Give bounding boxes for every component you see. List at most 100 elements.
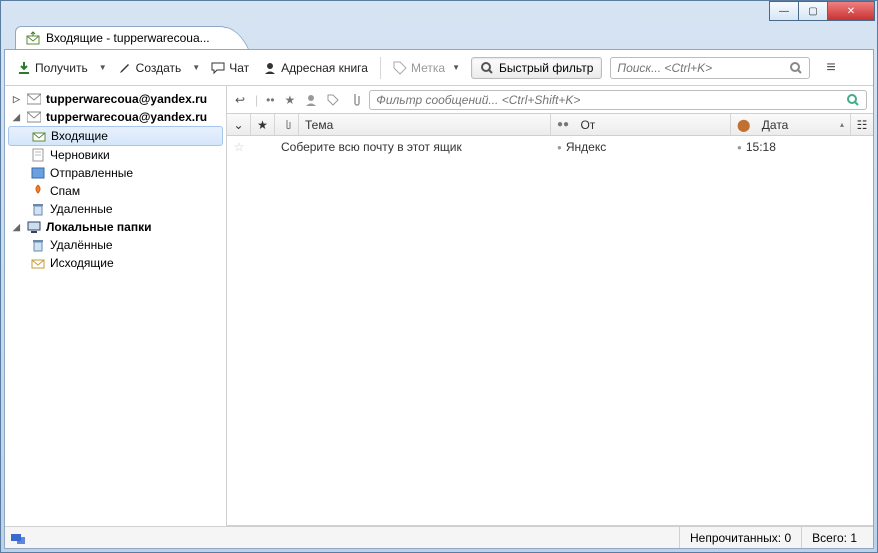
- folder-inbox[interactable]: Входящие: [8, 126, 223, 146]
- account-row[interactable]: ◢ tupperwarecoua@yandex.ru: [5, 108, 226, 126]
- message-list[interactable]: ☆ Соберите всю почту в этот ящик ●Яндекс…: [227, 136, 873, 526]
- status-bar: Непрочитанных: 0 Всего: 1: [5, 526, 873, 548]
- column-picker[interactable]: ☷: [851, 114, 873, 135]
- col-thread[interactable]: ⌄: [227, 114, 251, 135]
- search-input[interactable]: [617, 61, 783, 75]
- tag-button[interactable]: Метка ▼: [387, 57, 469, 79]
- folder-label: Удалённые: [50, 238, 113, 252]
- activity-icon[interactable]: [11, 531, 25, 545]
- folder-label: Черновики: [50, 148, 110, 162]
- trash-icon: [31, 202, 45, 216]
- tag-label: Метка: [411, 61, 445, 75]
- trash-icon: [31, 238, 45, 252]
- search-icon[interactable]: [846, 93, 860, 107]
- star-toggle[interactable]: ☆: [227, 140, 251, 154]
- attachment-filter-icon[interactable]: [349, 93, 361, 107]
- tab-strip: Входящие - tupperwarecoua...: [1, 23, 877, 49]
- back-arrow-icon[interactable]: ↩: [233, 93, 247, 107]
- pencil-icon: [118, 61, 132, 75]
- window-controls: — ▢ ✕: [1, 1, 877, 23]
- get-mail-button[interactable]: Получить: [11, 57, 94, 79]
- computer-icon: [27, 220, 41, 234]
- global-search[interactable]: [610, 57, 810, 79]
- address-book-button[interactable]: Адресная книга: [257, 57, 374, 79]
- folder-label: Спам: [50, 184, 80, 198]
- get-mail-dropdown[interactable]: ▼: [96, 63, 110, 72]
- folder-label: Исходящие: [50, 256, 114, 270]
- col-attachment[interactable]: [275, 114, 299, 135]
- col-date[interactable]: ⬤ Дата▴: [731, 114, 851, 135]
- search-go-icon[interactable]: [789, 61, 803, 75]
- minimize-button[interactable]: —: [769, 1, 799, 21]
- close-button[interactable]: ✕: [827, 1, 875, 21]
- download-icon: [17, 61, 31, 75]
- col-from[interactable]: ●● От: [551, 114, 731, 135]
- twisty-icon[interactable]: ◢: [13, 112, 22, 123]
- folder-spam[interactable]: Спам: [5, 182, 226, 200]
- drafts-icon: [31, 148, 45, 162]
- maximize-button[interactable]: ▢: [798, 1, 828, 21]
- message-row[interactable]: ☆ Соберите всю почту в этот ящик ●Яндекс…: [227, 136, 873, 158]
- chat-icon: [211, 61, 225, 75]
- row-from: ●Яндекс: [551, 140, 731, 154]
- mail-account-icon: [27, 110, 41, 124]
- local-folders-label: Локальные папки: [46, 220, 152, 234]
- unread-filter-icon[interactable]: ••: [266, 93, 274, 107]
- chat-label: Чат: [229, 61, 249, 75]
- quick-filter-button[interactable]: Быстрый фильтр: [471, 57, 602, 79]
- get-mail-label: Получить: [35, 61, 88, 75]
- quick-filter-bar: ↩ | •• ★: [227, 86, 873, 114]
- col-subject[interactable]: Тема: [299, 114, 551, 135]
- unread-count: Непрочитанных: 0: [679, 527, 801, 548]
- folder-label: Отправленные: [50, 166, 133, 180]
- flame-icon: [31, 184, 45, 198]
- mail-account-icon: [27, 92, 41, 106]
- compose-dropdown[interactable]: ▼: [189, 63, 203, 72]
- folder-label: Удаленные: [50, 202, 113, 216]
- folder-trash[interactable]: Удаленные: [5, 200, 226, 218]
- compose-button[interactable]: Создать: [112, 57, 188, 79]
- tag-filter-icon[interactable]: [327, 94, 339, 106]
- message-filter[interactable]: [369, 90, 867, 110]
- qf-separator: |: [255, 93, 258, 107]
- local-folders-row[interactable]: ◢ Локальные папки: [5, 218, 226, 236]
- main-toolbar: Получить ▼ Создать ▼ Чат Адресная книга …: [5, 50, 873, 86]
- total-count: Всего: 1: [801, 527, 867, 548]
- row-date: ●15:18: [731, 140, 873, 154]
- tab-inbox[interactable]: Входящие - tupperwarecoua...: [15, 26, 235, 49]
- message-pane: ↩ | •• ★ ⌄ ★ Тема ●● От: [227, 86, 873, 526]
- sent-icon: [31, 166, 45, 180]
- col-star[interactable]: ★: [251, 114, 275, 135]
- folder-drafts[interactable]: Черновики: [5, 146, 226, 164]
- inbox-icon: [32, 129, 46, 143]
- outbox-icon: [31, 256, 45, 270]
- folder-tree[interactable]: ▷ tupperwarecoua@yandex.ru ◢ tupperwarec…: [5, 86, 227, 526]
- star-filter-icon[interactable]: ★: [285, 93, 296, 107]
- app-menu-button[interactable]: ≡: [820, 55, 841, 81]
- person-icon: [263, 61, 277, 75]
- folder-outbox[interactable]: Исходящие: [5, 254, 226, 272]
- tab-title: Входящие - tupperwarecoua...: [46, 31, 210, 45]
- address-label: Адресная книга: [281, 61, 368, 75]
- row-subject: Соберите всю почту в этот ящик: [275, 140, 551, 154]
- inbox-icon: [26, 31, 40, 45]
- filter-input[interactable]: [376, 93, 840, 107]
- account-label: tupperwarecoua@yandex.ru: [46, 110, 207, 124]
- tag-icon: [393, 61, 407, 75]
- folder-sent[interactable]: Отправленные: [5, 164, 226, 182]
- chat-button[interactable]: Чат: [205, 57, 255, 79]
- search-icon: [480, 61, 494, 75]
- contact-filter-icon[interactable]: [305, 94, 317, 106]
- column-headers: ⌄ ★ Тема ●● От ⬤ Дата▴ ☷: [227, 114, 873, 136]
- compose-label: Создать: [136, 61, 182, 75]
- account-label: tupperwarecoua@yandex.ru: [46, 92, 207, 106]
- folder-label: Входящие: [51, 129, 108, 143]
- twisty-icon[interactable]: ▷: [13, 94, 22, 105]
- toolbar-separator: [380, 57, 381, 79]
- account-row[interactable]: ▷ tupperwarecoua@yandex.ru: [5, 90, 226, 108]
- tag-dropdown-caret: ▼: [449, 63, 463, 72]
- quick-filter-label: Быстрый фильтр: [499, 61, 593, 75]
- app-frame: Получить ▼ Создать ▼ Чат Адресная книга …: [4, 49, 874, 549]
- twisty-icon[interactable]: ◢: [13, 222, 22, 233]
- folder-local-trash[interactable]: Удалённые: [5, 236, 226, 254]
